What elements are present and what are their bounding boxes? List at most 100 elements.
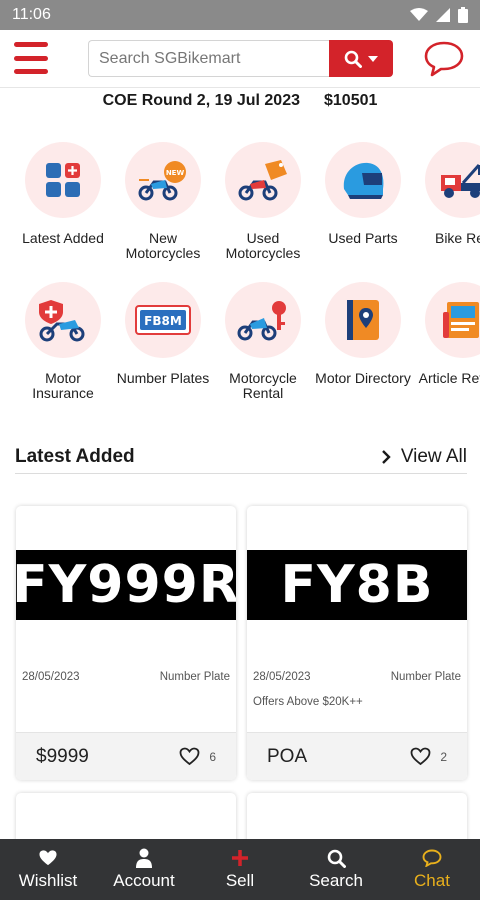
helmet-icon <box>343 162 384 199</box>
category-label: Number Plates <box>116 370 210 386</box>
directory-book-icon <box>347 300 379 340</box>
signal-icon <box>436 8 450 22</box>
listing-meta: 28/05/2023 Number Plate <box>22 671 230 683</box>
listing-category: Number Plate <box>159 671 230 683</box>
category-new-motorcycles[interactable]: NEW New Motorcycles <box>113 142 213 261</box>
plate-image: FY8B <box>247 550 467 620</box>
nav-label: Chat <box>414 871 450 890</box>
search-icon <box>327 849 346 868</box>
plate-image: FY999R <box>16 550 236 620</box>
rental-key-icon <box>237 301 286 341</box>
category-icon-circle <box>425 142 480 218</box>
chat-bubble-button[interactable] <box>423 40 465 78</box>
category-icon-circle: NEW <box>125 142 201 218</box>
listing-date: 28/05/2023 <box>22 671 80 683</box>
view-all-link[interactable]: View All <box>381 446 467 468</box>
grid-icon <box>46 163 80 197</box>
nav-chat[interactable]: Chat <box>384 839 480 900</box>
category-latest-added[interactable]: Latest Added <box>13 142 113 246</box>
wishlist-toggle[interactable]: 2 <box>410 747 447 766</box>
category-label: Used Parts <box>328 230 398 246</box>
battery-icon <box>458 7 468 23</box>
menu-bar <box>14 42 48 47</box>
listing-note: Offers Above $20K++ <box>253 696 363 708</box>
status-bar: 11:06 <box>0 0 480 30</box>
nav-search[interactable]: Search <box>288 839 384 900</box>
category-bike-rescue[interactable]: Bike Res <box>413 142 480 246</box>
listing-category: Number Plate <box>390 671 461 683</box>
number-plate-icon: FB8M <box>135 305 191 335</box>
plus-icon <box>232 850 248 866</box>
wifi-icon <box>410 8 428 21</box>
coe-round: COE Round 2, 19 Jul 2023 <box>102 92 300 109</box>
latest-added-header: Latest Added View All <box>15 440 467 474</box>
bottom-navigation: Wishlist Account Sell Search Chat <box>0 839 480 900</box>
nav-label: Wishlist <box>18 871 78 890</box>
category-article-review[interactable]: Article Review <box>413 282 480 386</box>
svg-text:NEW: NEW <box>166 169 185 177</box>
category-icon-circle <box>25 282 101 358</box>
listing-card[interactable]: FY8B 28/05/2023 Number Plate Offers Abov… <box>247 506 467 780</box>
coe-price: $10501 <box>324 92 378 109</box>
category-grid: Latest Added NEW New Motorcycles Used Mo… <box>0 142 480 412</box>
listing-price: POA <box>267 745 308 767</box>
category-used-motorcycles[interactable]: Used Motorcycles <box>213 142 313 261</box>
chat-icon <box>422 849 442 867</box>
coe-banner: COE Round 2, 19 Jul 2023 $10501 <box>0 92 480 116</box>
listing-card[interactable]: FY999R 28/05/2023 Number Plate $9999 6 <box>16 506 236 780</box>
category-label: Motor Insurance <box>32 370 94 401</box>
heart-icon <box>179 747 200 766</box>
category-icon-circle: FB8M <box>125 282 201 358</box>
category-number-plates[interactable]: FB8M Number Plates <box>113 282 213 386</box>
plate-icon-text: FB8M <box>144 314 182 328</box>
status-time: 11:06 <box>12 6 51 23</box>
search-input[interactable]: Search SGBikemart <box>88 40 330 77</box>
chevron-right-icon <box>381 449 391 464</box>
new-motorcycle-icon: NEW <box>138 161 186 201</box>
search-button[interactable] <box>329 40 393 77</box>
section-title: Latest Added <box>15 445 135 467</box>
app-header: Search SGBikemart <box>0 30 480 88</box>
category-label: Motorcycle Rental <box>229 370 297 401</box>
hamburger-menu-button[interactable] <box>14 42 48 74</box>
nav-account[interactable]: Account <box>96 839 192 900</box>
like-count: 2 <box>440 749 447 764</box>
system-icons <box>410 7 468 23</box>
nav-wishlist[interactable]: Wishlist <box>0 839 96 900</box>
menu-bar <box>14 55 48 61</box>
heart-icon <box>39 850 57 866</box>
category-icon-circle <box>425 282 480 358</box>
article-icon <box>443 302 479 338</box>
search-placeholder: Search SGBikemart <box>99 49 241 67</box>
used-motorcycle-icon <box>238 160 287 201</box>
category-label: Bike Res <box>434 230 480 246</box>
category-icon-circle <box>325 282 401 358</box>
caret-down-icon <box>368 55 378 62</box>
listing-price: $9999 <box>36 745 89 767</box>
search-icon <box>344 50 362 68</box>
listing-footer: $9999 6 <box>16 732 236 780</box>
nav-label: Sell <box>225 871 255 890</box>
category-icon-circle <box>225 142 301 218</box>
category-motor-insurance[interactable]: Motor Insurance <box>13 282 113 401</box>
nav-sell[interactable]: Sell <box>192 839 288 900</box>
view-all-label: View All <box>400 445 467 467</box>
category-motor-directory[interactable]: Motor Directory <box>313 282 413 386</box>
category-icon-circle <box>25 142 101 218</box>
nav-label: Account <box>113 871 175 890</box>
category-icon-circle <box>325 142 401 218</box>
listing-meta: 28/05/2023 Number Plate <box>253 671 461 683</box>
category-label: Article Review <box>418 370 480 386</box>
heart-icon <box>410 747 431 766</box>
category-label: New Motorcycles <box>125 230 201 261</box>
wishlist-toggle[interactable]: 6 <box>179 747 216 766</box>
listing-footer: POA 2 <box>247 732 467 780</box>
category-used-parts[interactable]: Used Parts <box>313 142 413 246</box>
nav-label: Search <box>309 871 363 890</box>
category-label: Used Motorcycles <box>225 230 301 261</box>
person-icon <box>136 848 152 868</box>
category-motorcycle-rental[interactable]: Motorcycle Rental <box>213 282 313 401</box>
like-count: 6 <box>209 749 216 764</box>
menu-bar <box>14 69 48 74</box>
category-label: Motor Directory <box>315 370 411 386</box>
